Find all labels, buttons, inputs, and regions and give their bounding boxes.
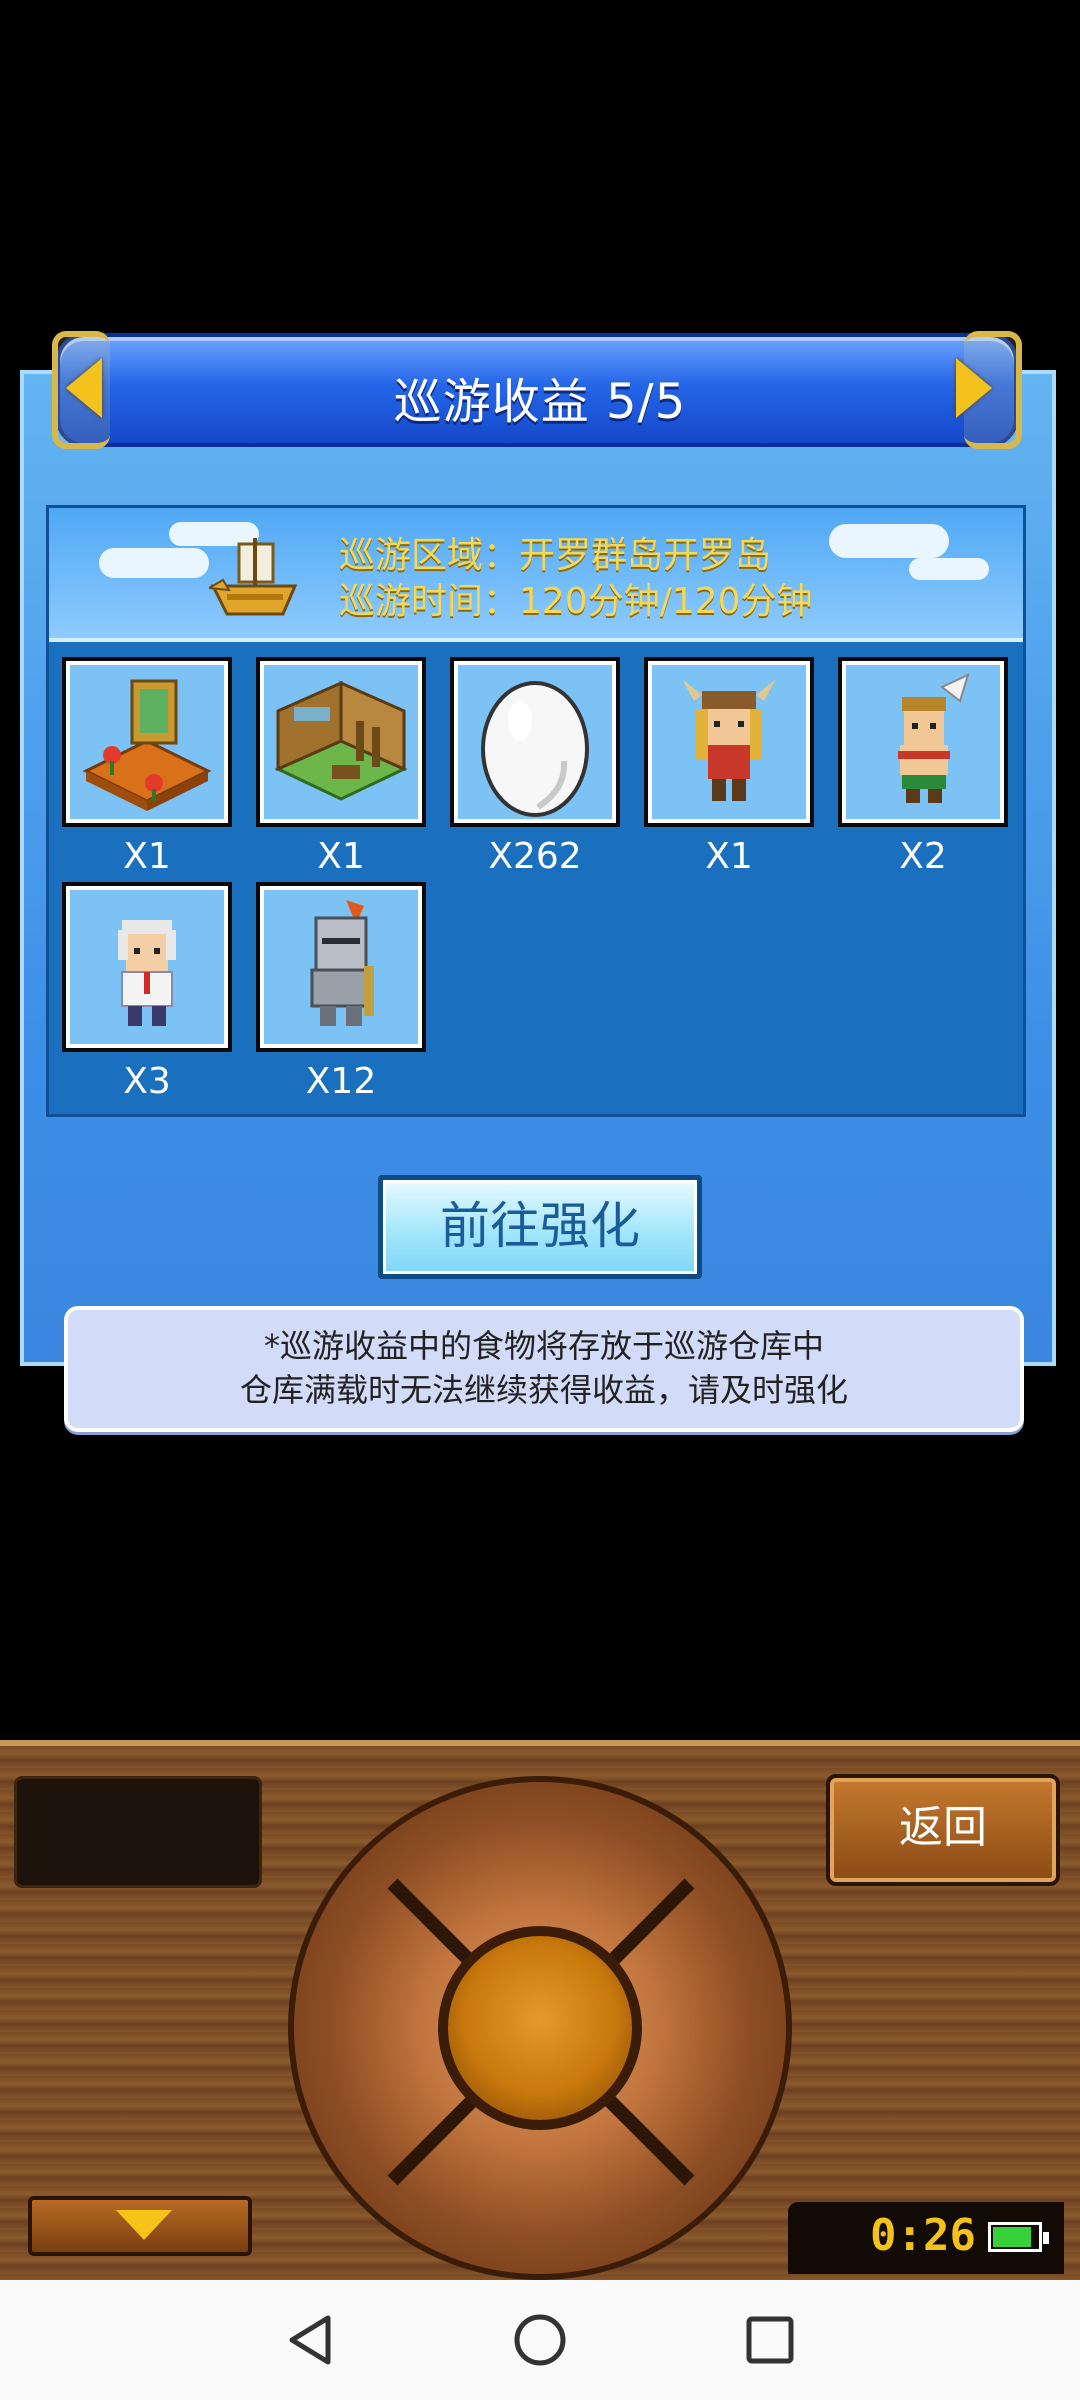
system-nav-bar [0, 2280, 1080, 2400]
cloud-decoration [829, 524, 949, 558]
nav-recent-apps-icon[interactable] [740, 2310, 800, 2370]
status-box: 0:26 [788, 2202, 1064, 2274]
feather-warrior-character-icon [898, 673, 970, 803]
garden-room-icon [82, 679, 212, 811]
note-line-2: 仓库满载时无法继续获得收益，请及时强化 [239, 1371, 848, 1409]
clock-time: 0:26 [870, 2210, 976, 2261]
reward-count: X262 [488, 836, 582, 877]
egg-icon [481, 681, 589, 817]
reward-item-wooden-room[interactable] [256, 657, 426, 827]
direction-pad[interactable] [288, 1776, 792, 2280]
reward-count: X1 [705, 836, 753, 877]
wooden-room-icon [274, 680, 408, 801]
page-title: 巡游收益 5/5 [393, 374, 687, 430]
note-line-1: *巡游收益中的食物将存放于巡游仓库中 [263, 1327, 824, 1365]
cloud-decoration [909, 558, 989, 580]
cloud-decoration [99, 548, 209, 578]
cruise-area-text: 巡游区域：开罗群岛开罗岛 [339, 535, 772, 576]
nav-back-icon[interactable] [280, 2310, 340, 2370]
storage-note: *巡游收益中的食物将存放于巡游仓库中 仓库满载时无法继续获得收益，请及时强化 [64, 1306, 1024, 1432]
mini-screen [14, 1776, 262, 1888]
down-arrow-icon [116, 2210, 172, 2240]
reward-count: X2 [899, 836, 947, 877]
reward-count: X12 [305, 1061, 377, 1102]
old-man-character-icon [118, 920, 176, 1026]
center-action-button[interactable] [438, 1926, 642, 2130]
controller-pad: 返回 0:26 [0, 1740, 1080, 2286]
cruise-info-banner: 巡游区域：开罗群岛开罗岛 巡游时间：120分钟/120分钟 [49, 508, 1023, 642]
battery-nub [1043, 2232, 1049, 2244]
reward-item-egg[interactable] [450, 657, 620, 827]
cruise-ship-icon [209, 538, 298, 616]
cruise-time-text: 巡游时间：120分钟/120分钟 [339, 581, 813, 622]
reward-item-old-man[interactable] [62, 882, 232, 1052]
battery-icon [988, 2222, 1049, 2252]
reward-item-garden-room[interactable] [62, 657, 232, 827]
reward-item-viking[interactable] [644, 657, 814, 827]
viking-character-icon [682, 679, 776, 801]
nav-home-icon[interactable] [510, 2310, 570, 2370]
reward-count: X1 [123, 836, 171, 877]
go-strengthen-button[interactable]: 前往强化 [378, 1175, 702, 1279]
reward-count: X1 [317, 836, 365, 877]
reward-item-feather-warrior[interactable] [838, 657, 1008, 827]
reward-item-knight[interactable] [256, 882, 426, 1052]
knight-character-icon [310, 900, 374, 1026]
menu-down-button[interactable] [28, 2196, 252, 2256]
reward-count: X3 [123, 1061, 171, 1102]
battery-fill [993, 2227, 1031, 2247]
back-button[interactable]: 返回 [826, 1774, 1060, 1886]
